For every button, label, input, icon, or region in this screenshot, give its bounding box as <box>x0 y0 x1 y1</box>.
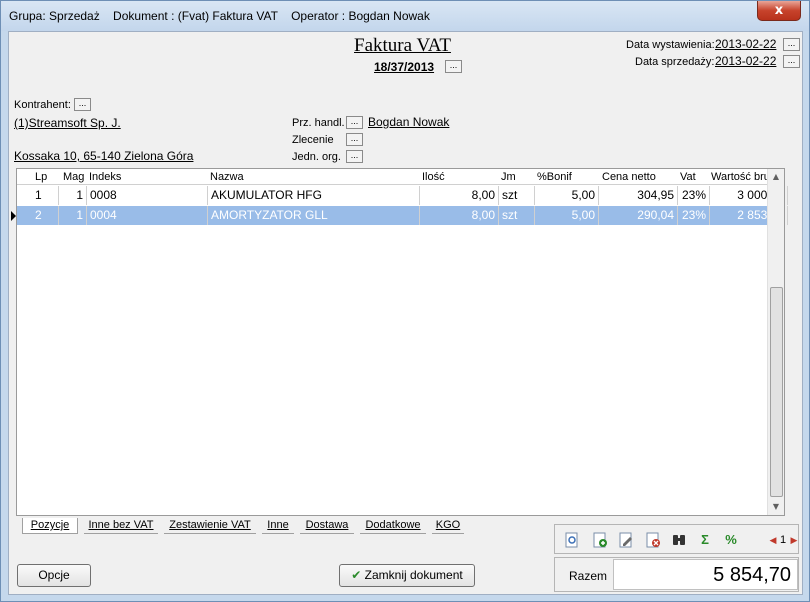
grid-header: Lp Mag Indeks Nazwa Ilość Jm %Bonif Cena… <box>17 169 784 185</box>
document-form: Faktura VAT 18/37/2013 ... Data wystawie… <box>8 31 803 595</box>
add-icon[interactable] <box>592 532 608 548</box>
scroll-thumb[interactable] <box>770 287 783 497</box>
table-row-selected[interactable]: 2 1 0004 AMORTYZATOR GLL 8,00 szt 5,00 2… <box>11 206 788 225</box>
col-indeks[interactable]: Indeks <box>89 171 121 183</box>
zlecenie-picker-button[interactable]: ... <box>346 133 363 146</box>
issue-date-label: Data wystawienia: <box>626 39 715 51</box>
check-icon: ✔ <box>351 568 362 582</box>
find-icon[interactable] <box>671 532 687 548</box>
cell-nazwa: AMORTYZATOR GLL <box>208 206 420 225</box>
row-indicator-icon <box>11 211 16 221</box>
cell-vat: 23% <box>678 206 710 225</box>
sale-date-picker-button[interactable]: ... <box>783 55 800 68</box>
jedn-org-label: Jedn. org. <box>292 151 341 163</box>
close-document-button[interactable]: ✔ Zamknij dokument <box>339 564 475 587</box>
zlecenie-label: Zlecenie <box>292 134 334 146</box>
sum-icon[interactable]: Σ <box>697 532 713 548</box>
cell-ilosc: 8,00 <box>420 206 499 225</box>
col-jm[interactable]: Jm <box>501 171 516 183</box>
grid-vertical-scrollbar[interactable]: ▲ ▼ <box>767 169 784 515</box>
total-value: 5 854,70 <box>613 559 798 590</box>
cell-ilosc: 8,00 <box>420 186 499 205</box>
contractor-name[interactable]: (1)Streamsoft Sp. J. <box>14 116 121 130</box>
tab-inne[interactable]: Inne <box>262 518 294 534</box>
percent-icon[interactable]: % <box>721 532 741 548</box>
window-title: Grupa: Sprzedaż Dokument : (Fvat) Faktur… <box>9 9 430 23</box>
contractor-picker-button[interactable]: ... <box>74 98 91 111</box>
cell-jm: szt <box>499 206 535 225</box>
tab-inne-bez-vat[interactable]: Inne bez VAT <box>84 518 158 534</box>
tab-pozycje[interactable]: Pozycje <box>22 518 78 534</box>
col-mag[interactable]: Mag <box>63 171 84 183</box>
total-label: Razem <box>569 569 608 583</box>
issue-date-value[interactable]: 2013-02-22 <box>715 37 776 51</box>
preview-icon[interactable] <box>564 532 580 548</box>
scroll-down-icon[interactable]: ▼ <box>768 499 784 515</box>
table-row[interactable]: 1 1 0008 AKUMULATOR HFG 8,00 szt 5,00 30… <box>17 186 788 205</box>
document-title: Faktura VAT <box>354 35 451 56</box>
col-nazwa[interactable]: Nazwa <box>210 171 244 183</box>
options-button[interactable]: Opcje <box>17 564 91 587</box>
tab-dostawa[interactable]: Dostawa <box>300 518 354 534</box>
cell-bonif: 5,00 <box>535 206 599 225</box>
cell-cena-netto: 304,95 <box>599 186 678 205</box>
page-next-icon[interactable]: ▶ <box>786 532 802 548</box>
col-vat[interactable]: Vat <box>680 171 696 183</box>
col-cena-netto[interactable]: Cena netto <box>602 171 656 183</box>
cell-mag: 1 <box>59 206 87 225</box>
scroll-up-icon[interactable]: ▲ <box>768 169 784 185</box>
positions-grid[interactable]: Lp Mag Indeks Nazwa Ilość Jm %Bonif Cena… <box>11 168 788 516</box>
cell-indeks: 0008 <box>87 186 208 205</box>
document-number: 18/37/2013 <box>374 60 435 74</box>
cell-vat: 23% <box>678 186 710 205</box>
grid-toolbar: Σ % ◀ 1 ▶ <box>554 524 799 554</box>
jedn-org-picker-button[interactable]: ... <box>346 150 363 163</box>
sale-date-label: Data sprzedaży: <box>635 56 715 68</box>
tab-dodatkowe[interactable]: Dodatkowe <box>360 518 426 534</box>
cell-mag: 1 <box>59 186 87 205</box>
close-document-label: Zamknij dokument <box>364 568 463 582</box>
przhandl-label: Prz. handl. <box>292 117 345 129</box>
cell-indeks: 0004 <box>87 206 208 225</box>
cell-bonif: 5,00 <box>535 186 599 205</box>
col-ilosc[interactable]: Ilość <box>422 171 445 183</box>
sale-date-value[interactable]: 2013-02-22 <box>715 54 776 68</box>
col-lp[interactable]: Lp <box>35 171 47 183</box>
cell-lp: 1 <box>32 186 59 205</box>
close-window-button[interactable]: x <box>757 1 801 21</box>
cell-jm: szt <box>499 186 535 205</box>
delete-icon[interactable] <box>645 532 661 548</box>
cell-lp: 2 <box>32 206 59 225</box>
cell-nazwa: AKUMULATOR HFG <box>208 186 420 205</box>
document-number-picker-button[interactable]: ... <box>445 60 462 73</box>
issue-date-picker-button[interactable]: ... <box>783 38 800 51</box>
tab-kgo[interactable]: KGO <box>432 518 464 534</box>
contractor-address[interactable]: Kossaka 10, 65-140 Zielona Góra <box>14 149 193 163</box>
tab-zestawienie-vat[interactable]: Zestawienie VAT <box>164 518 256 534</box>
col-bonif[interactable]: %Bonif <box>537 171 572 183</box>
cell-cena-netto: 290,04 <box>599 206 678 225</box>
title-bar[interactable]: Grupa: Sprzedaż Dokument : (Fvat) Faktur… <box>1 1 809 31</box>
edit-icon[interactable] <box>618 532 634 548</box>
przhandl-value[interactable]: Bogdan Nowak <box>368 115 449 129</box>
przhandl-picker-button[interactable]: ... <box>346 116 363 129</box>
total-box: Razem 5 854,70 <box>554 557 799 592</box>
window: Grupa: Sprzedaż Dokument : (Fvat) Faktur… <box>0 0 810 602</box>
contractor-label: Kontrahent: <box>14 99 71 111</box>
